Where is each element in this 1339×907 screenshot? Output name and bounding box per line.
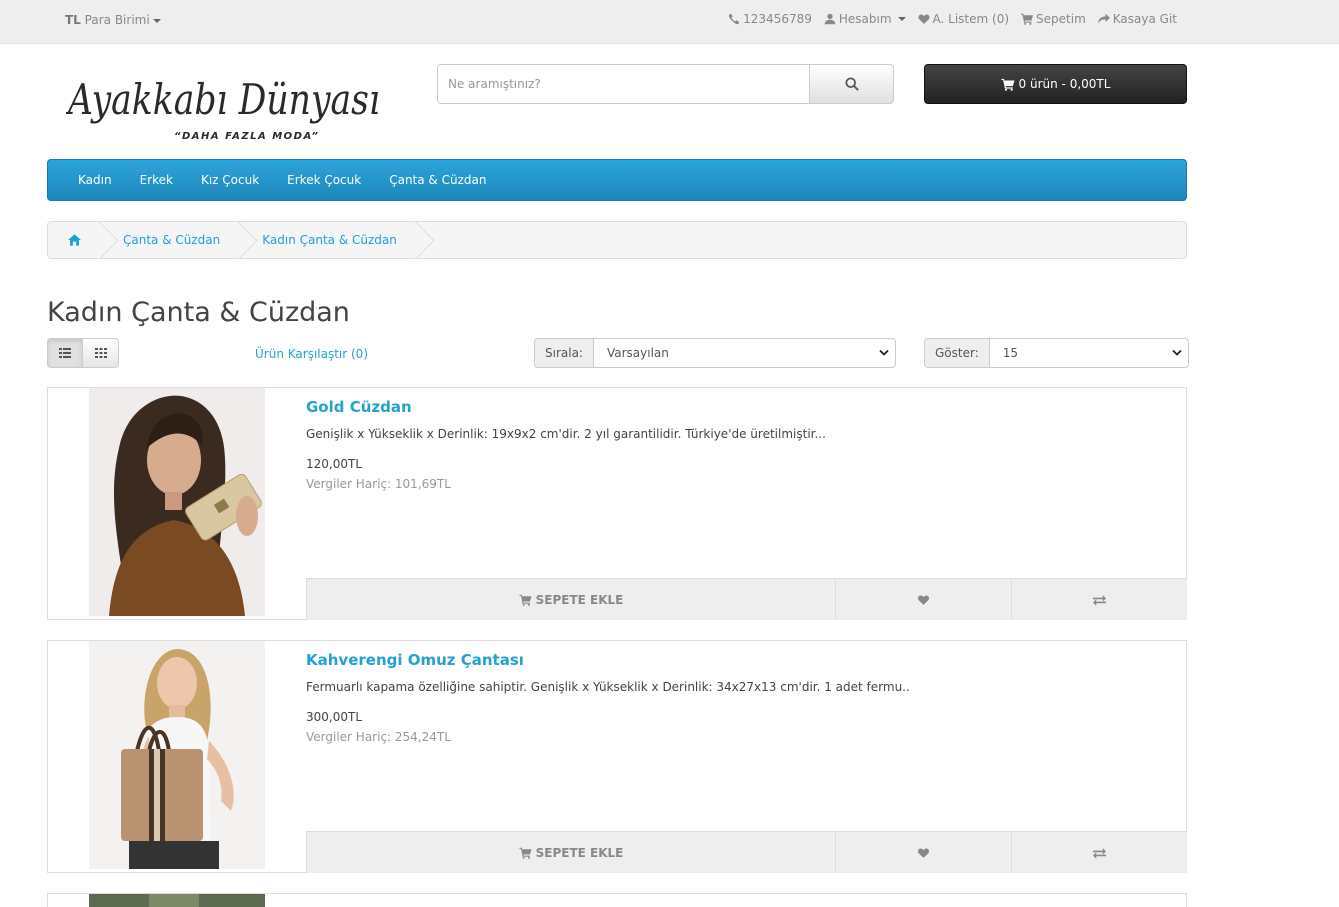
phone-link[interactable]: 123456789 [728, 12, 812, 26]
grid-icon [94, 348, 107, 358]
limit-value: 15 [1002, 346, 1019, 360]
product-name[interactable]: Kahverengi Omuz Çantası [306, 651, 524, 669]
shopping-cart-icon [519, 847, 532, 859]
logo-tagline: “DAHA FAZLA MODA” [174, 131, 319, 142]
add-to-cart-label: SEPETE EKLE [535, 845, 624, 860]
logo-text: Ayakkabı Dünyası [66, 75, 380, 124]
account-label: Hesabım [838, 12, 892, 26]
breadcrumb-home[interactable] [48, 222, 103, 258]
heart-icon [918, 847, 929, 858]
currency-symbol: TL [65, 13, 81, 27]
product-description: Fermuarlı kapama özelliğine sahiptir. Ge… [306, 680, 910, 694]
chevron-down-icon [1172, 349, 1182, 356]
cart-total: 0 ürün - 0,00TL [1018, 77, 1111, 91]
nav-item-kiz-cocuk[interactable]: Kız Çocuk [187, 173, 273, 187]
compare-button[interactable] [1011, 579, 1187, 620]
add-to-cart-button[interactable]: SEPETE EKLE [306, 579, 835, 620]
search-button[interactable] [809, 64, 894, 104]
checkout-label: Kasaya Git [1112, 12, 1177, 26]
sort-value: Varsayılan [606, 346, 669, 360]
product-tax-price: Vergiler Hariç: 254,24TL [306, 730, 451, 744]
list-icon [59, 348, 71, 358]
grid-view-button[interactable] [83, 338, 119, 368]
cart-button[interactable]: 0 ürün - 0,00TL [924, 64, 1187, 104]
limit-group: Göster: 15 [924, 338, 1189, 368]
heart-icon [918, 594, 929, 605]
product-card: Kahverengi Omuz Çantası Fermuarlı kapama… [47, 640, 1187, 873]
limit-select[interactable]: 15 [988, 338, 1189, 368]
product-actions: SEPETE EKLE [306, 831, 1187, 873]
nav-item-erkek[interactable]: Erkek [126, 173, 187, 187]
phone-number: 123456789 [743, 12, 812, 26]
exchange-icon [1093, 594, 1106, 606]
product-actions: SEPETE EKLE [306, 578, 1187, 620]
add-to-cart-label: SEPETE EKLE [535, 592, 624, 607]
nav-item-canta-cuzdan[interactable]: Çanta & Cüzdan [375, 173, 500, 187]
page-title: Kadın Çanta & Cüzdan [47, 297, 350, 328]
search-icon [844, 77, 859, 91]
checkout-link[interactable]: Kasaya Git [1097, 12, 1177, 26]
currency-dropdown[interactable]: TL Para Birimi [65, 13, 161, 27]
sort-group: Sırala: Varsayılan [534, 338, 896, 368]
product-name[interactable]: Gold Cüzdan [306, 398, 412, 416]
main-nav: Kadın Erkek Kız Çocuk Erkek Çocuk Çanta … [47, 159, 1187, 201]
shopping-cart-icon [1001, 78, 1015, 91]
product-image[interactable] [89, 641, 265, 869]
add-to-wishlist-button[interactable] [835, 579, 1011, 620]
sort-select[interactable]: Varsayılan [592, 338, 896, 368]
top-bar: TL Para Birimi 123456789 Hesabım A. List… [0, 0, 1339, 44]
heart-icon [918, 14, 930, 24]
phone-icon [729, 13, 740, 25]
wishlist-link[interactable]: A. Listem (0) [918, 12, 1010, 26]
chevron-down-icon [879, 349, 889, 356]
product-price: 120,00TL [306, 457, 363, 471]
home-icon [68, 234, 81, 246]
cart-link[interactable]: Sepetim [1021, 12, 1086, 26]
product-price: 300,00TL [306, 710, 363, 724]
product-tax-price: Vergiler Hariç: 101,69TL [306, 477, 451, 491]
search-input[interactable] [437, 64, 809, 104]
nav-item-erkek-cocuk[interactable]: Erkek Çocuk [273, 173, 375, 187]
limit-label: Göster: [924, 338, 989, 368]
sort-label: Sırala: [534, 338, 593, 368]
shopping-cart-icon [519, 594, 532, 606]
chevron-down-icon [152, 18, 161, 23]
account-dropdown[interactable]: Hesabım [824, 12, 906, 26]
search-bar [437, 64, 894, 104]
product-card [47, 893, 1187, 907]
top-links: 123456789 Hesabım A. Listem (0) Sepetim … [728, 12, 1177, 26]
site-logo[interactable]: Ayakkabı Dünyası “DAHA FAZLA MODA” [66, 66, 386, 146]
cart-label: Sepetim [1036, 12, 1086, 26]
currency-label: Para Birimi [84, 13, 150, 27]
product-image[interactable] [89, 388, 265, 616]
add-to-wishlist-button[interactable] [835, 832, 1011, 873]
product-image[interactable] [89, 894, 265, 907]
add-to-cart-button[interactable]: SEPETE EKLE [306, 832, 835, 873]
compare-link[interactable]: Ürün Karşılaştır (0) [255, 347, 368, 361]
exchange-icon [1093, 847, 1106, 859]
breadcrumb-item[interactable]: Çanta & Cüzdan [103, 222, 242, 258]
list-view-button[interactable] [47, 338, 83, 368]
breadcrumb-item[interactable]: Kadın Çanta & Cüzdan [242, 222, 419, 258]
view-toggle [47, 338, 119, 368]
user-icon [824, 13, 836, 25]
share-arrow-icon [1097, 13, 1110, 24]
chevron-down-icon [897, 17, 906, 21]
compare-button[interactable] [1011, 832, 1187, 873]
nav-item-kadin[interactable]: Kadın [64, 173, 126, 187]
product-card: Gold Cüzdan Genişlik x Yükseklik x Derin… [47, 387, 1187, 620]
product-description: Genişlik x Yükseklik x Derinlik: 19x9x2 … [306, 427, 826, 441]
breadcrumb: Çanta & Cüzdan Kadın Çanta & Cüzdan [47, 221, 1187, 259]
wishlist-label: A. Listem (0) [932, 12, 1010, 26]
shopping-cart-icon [1021, 13, 1034, 25]
